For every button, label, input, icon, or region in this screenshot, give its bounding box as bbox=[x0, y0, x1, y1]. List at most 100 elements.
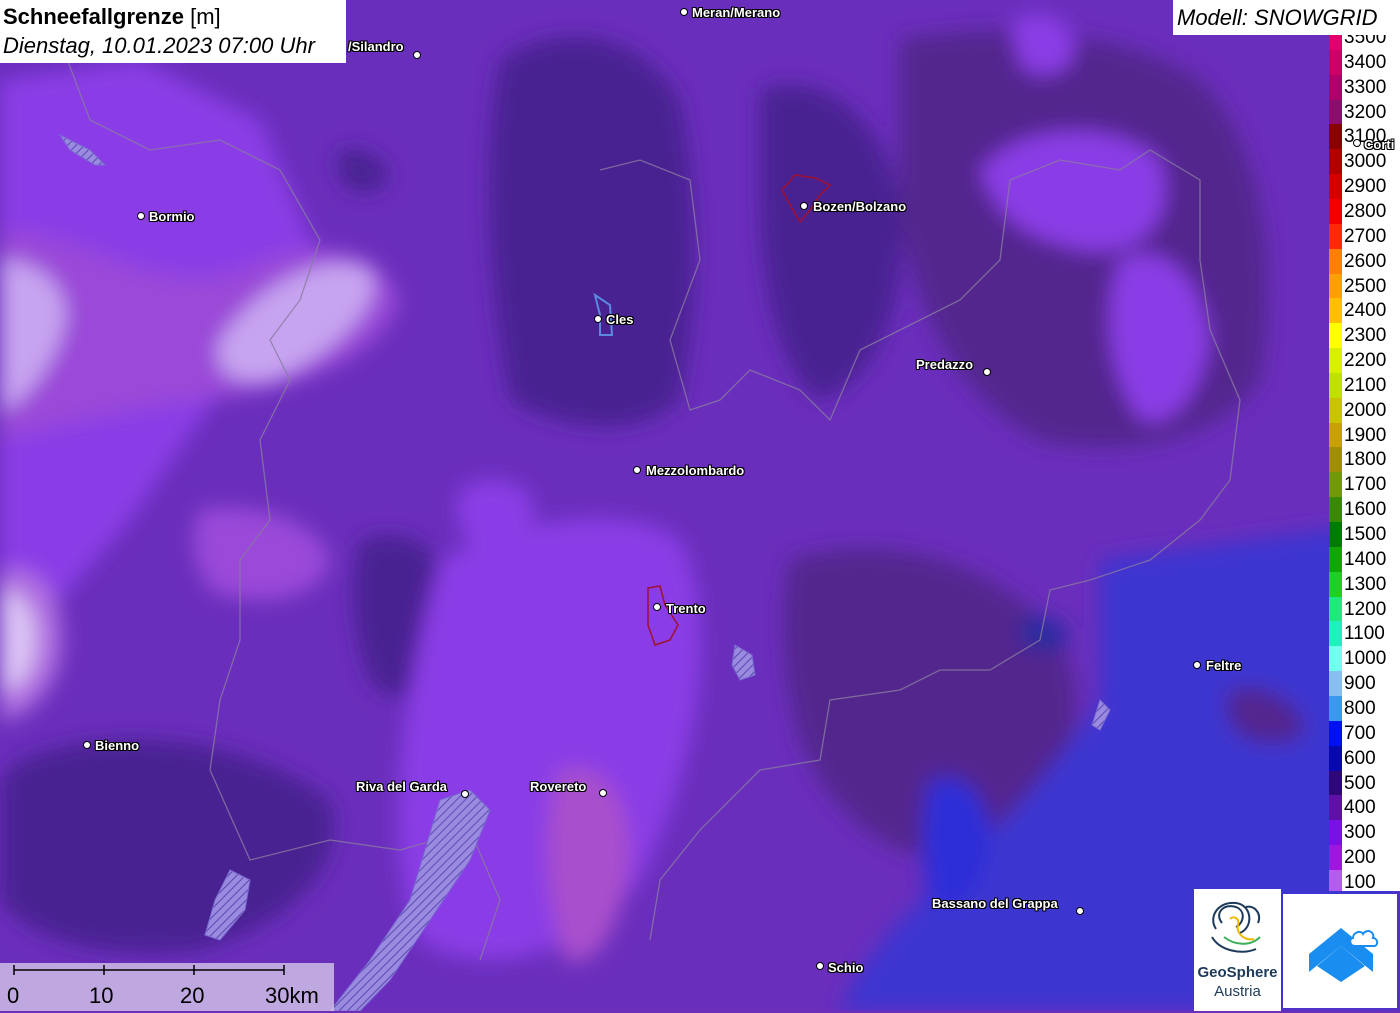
legend-label: 3400 bbox=[1344, 51, 1387, 73]
legend-item: 1200 bbox=[1329, 596, 1400, 622]
legend-item: 3500 bbox=[1329, 35, 1400, 50]
legend-swatch bbox=[1329, 447, 1342, 473]
legend-label: 2500 bbox=[1344, 275, 1387, 297]
legend-swatch bbox=[1329, 522, 1342, 547]
legend-item: 800 bbox=[1329, 695, 1400, 721]
model-label: Modell: SNOWGRID bbox=[1177, 5, 1378, 30]
legend-swatch bbox=[1329, 596, 1342, 622]
city-label: Mezzolombardo bbox=[646, 463, 745, 478]
city-dot-icon bbox=[653, 603, 661, 611]
city-dot-icon bbox=[1076, 907, 1084, 915]
city-dot-icon bbox=[800, 202, 808, 210]
legend-swatch bbox=[1329, 348, 1342, 374]
legend-swatch bbox=[1329, 35, 1342, 50]
legend-swatch bbox=[1329, 745, 1342, 771]
legend-label: 500 bbox=[1344, 772, 1376, 794]
city-label: Corti bbox=[1364, 137, 1395, 152]
legend-swatch bbox=[1329, 472, 1342, 498]
legend-label: 2200 bbox=[1344, 350, 1387, 372]
legend-swatch bbox=[1329, 621, 1342, 647]
legend-swatch bbox=[1329, 695, 1342, 721]
app-logo[interactable] bbox=[1283, 894, 1397, 1008]
city-label: /Silandro bbox=[348, 39, 404, 54]
legend-label: 1000 bbox=[1344, 648, 1387, 670]
city-dot-icon bbox=[1353, 139, 1361, 147]
city-dot-icon bbox=[594, 315, 602, 323]
scale-bar: 0 10 20 30km bbox=[0, 963, 334, 1011]
city-dot-icon bbox=[461, 790, 469, 798]
legend-swatch bbox=[1329, 720, 1342, 746]
city-dot-icon bbox=[137, 212, 145, 220]
legend-label: 1100 bbox=[1344, 623, 1385, 645]
legend-label: 1800 bbox=[1344, 449, 1387, 471]
city-dot-icon bbox=[1193, 661, 1201, 669]
legend-item: 1600 bbox=[1329, 497, 1400, 523]
city-label: Meran/Merano bbox=[692, 5, 781, 20]
legend-swatch bbox=[1329, 174, 1342, 200]
city-dot-icon bbox=[599, 789, 607, 797]
legend-swatch bbox=[1329, 49, 1342, 75]
geosphere-name: GeoSphere bbox=[1197, 964, 1278, 981]
legend-item: 2900 bbox=[1329, 174, 1400, 200]
legend-item: 3000 bbox=[1329, 149, 1400, 175]
legend-item: 1900 bbox=[1329, 422, 1400, 448]
legend-item: 1400 bbox=[1329, 546, 1400, 572]
legend-item: 1800 bbox=[1329, 447, 1400, 473]
snowfall-limit-map[interactable] bbox=[0, 0, 1400, 1011]
legend-item: 1300 bbox=[1329, 571, 1400, 597]
geosphere-sub: Austria bbox=[1214, 983, 1261, 1000]
legend-swatch bbox=[1329, 671, 1342, 697]
legend-swatch bbox=[1329, 149, 1342, 175]
scale-label-0: 0 bbox=[7, 983, 20, 1008]
legend-item: 900 bbox=[1329, 671, 1400, 697]
legend-label: 2000 bbox=[1344, 399, 1387, 421]
legend-label: 2400 bbox=[1344, 300, 1387, 322]
map-title-box: Schneefallgrenze [m] Dienstag, 10.01.202… bbox=[0, 0, 346, 63]
legend-label: 300 bbox=[1344, 822, 1376, 844]
legend-swatch bbox=[1329, 124, 1342, 150]
legend-label: 600 bbox=[1344, 747, 1376, 769]
city-label: Schio bbox=[828, 960, 864, 975]
city-label: Feltre bbox=[1206, 658, 1242, 673]
legend-label: 400 bbox=[1344, 797, 1376, 819]
legend-label: 2900 bbox=[1344, 176, 1387, 198]
legend-label: 1900 bbox=[1344, 424, 1387, 446]
legend-item: 300 bbox=[1329, 820, 1400, 846]
legend-swatch bbox=[1329, 198, 1342, 224]
city-label: Rovereto bbox=[530, 779, 587, 794]
legend-label: 2600 bbox=[1344, 250, 1387, 272]
legend-item: 2300 bbox=[1329, 323, 1400, 349]
legend-swatch bbox=[1329, 497, 1342, 523]
legend-item: 2800 bbox=[1329, 198, 1400, 224]
city-dot-icon bbox=[983, 368, 991, 376]
legend-item: 500 bbox=[1329, 770, 1400, 796]
legend-swatch bbox=[1329, 248, 1342, 274]
map-datetime: Dienstag, 10.01.2023 07:00 Uhr bbox=[3, 33, 315, 58]
legend-label: 2100 bbox=[1344, 374, 1387, 396]
legend-swatch bbox=[1329, 646, 1342, 672]
city-label: Cles bbox=[606, 312, 634, 327]
scale-label-20: 20 bbox=[180, 983, 205, 1008]
city-dot-icon bbox=[816, 962, 824, 970]
legend-swatch bbox=[1329, 273, 1342, 299]
city-dot-icon bbox=[680, 8, 688, 16]
city-label: Riva del Garda bbox=[356, 779, 448, 794]
city-label: Bassano del Grappa bbox=[932, 896, 1058, 911]
scale-label-30km: 30km bbox=[265, 983, 319, 1008]
legend-label: 1300 bbox=[1344, 573, 1387, 595]
legend-label: 100 bbox=[1344, 871, 1376, 891]
legend-swatch bbox=[1329, 74, 1342, 100]
legend-label: 3500 bbox=[1344, 35, 1387, 48]
legend-label: 1500 bbox=[1344, 524, 1387, 545]
legend-item: 2700 bbox=[1329, 223, 1400, 249]
legend-item: 700 bbox=[1329, 720, 1400, 746]
legend-item: 2400 bbox=[1329, 298, 1400, 324]
city-dot-icon bbox=[413, 51, 421, 59]
legend-label: 800 bbox=[1344, 697, 1376, 719]
legend-item: 1000 bbox=[1329, 646, 1400, 672]
geosphere-emblem-icon bbox=[1211, 901, 1261, 953]
legend-label: 2800 bbox=[1344, 200, 1387, 222]
legend-swatch bbox=[1329, 820, 1342, 846]
legend-label: 200 bbox=[1344, 847, 1376, 869]
geosphere-logo[interactable]: GeoSphere Austria bbox=[1194, 889, 1281, 1011]
